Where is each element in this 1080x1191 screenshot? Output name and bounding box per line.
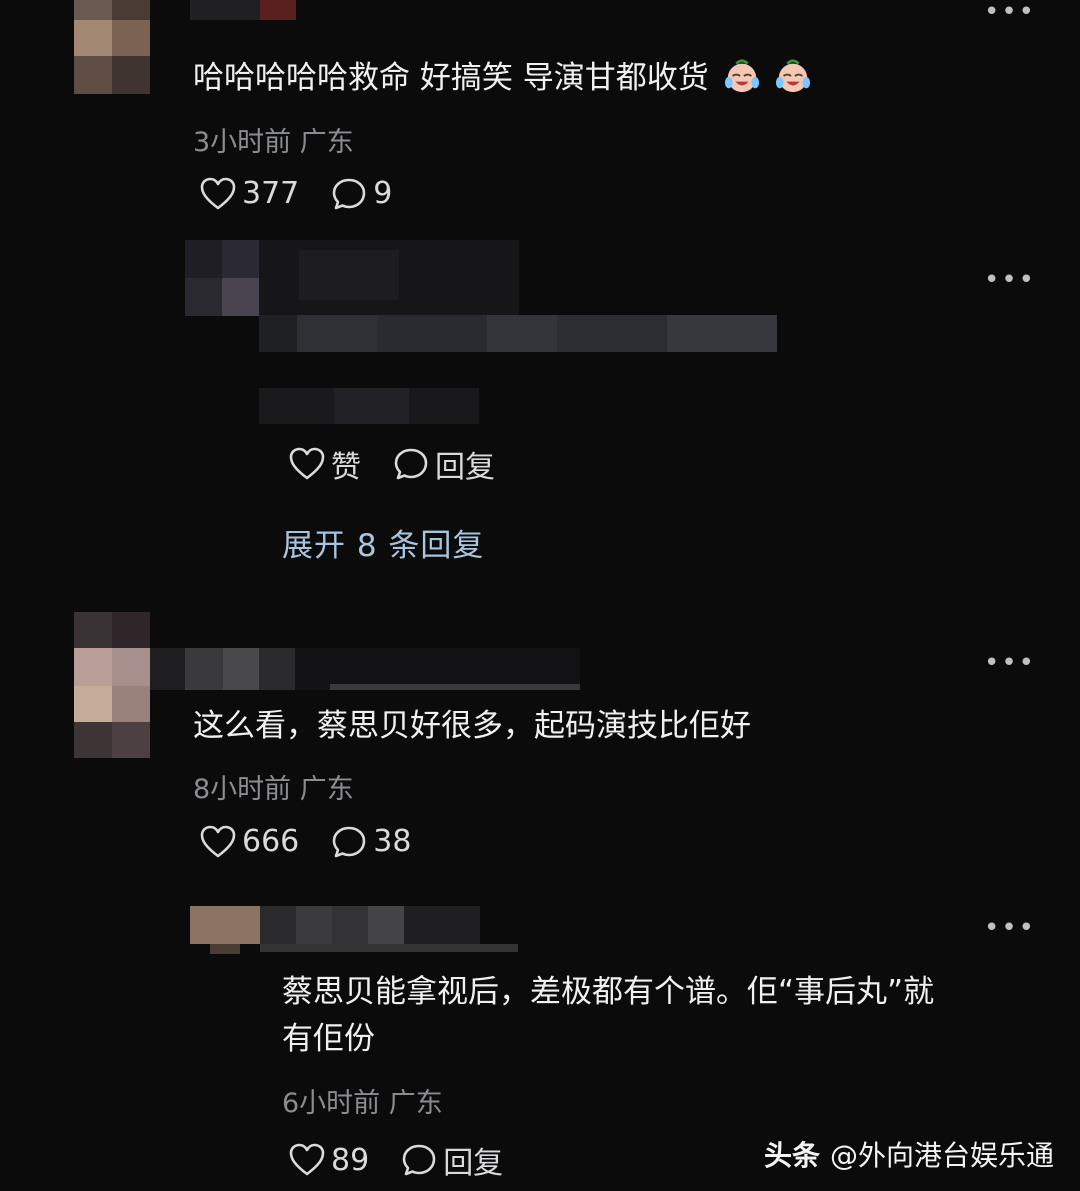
reply-meta-blurred bbox=[259, 388, 479, 424]
like-button[interactable]: 666 bbox=[200, 824, 299, 859]
avatar-blurred[interactable] bbox=[74, 612, 150, 758]
reply-button[interactable]: 9 bbox=[331, 176, 392, 211]
like-count: 666 bbox=[242, 824, 300, 859]
comment-text: 这么看，蔡思贝好很多，起码演技比佢好 bbox=[193, 708, 751, 744]
reply-meta: 6小时前 广东 bbox=[282, 1088, 443, 1119]
reply-button[interactable]: 回复 bbox=[401, 1138, 503, 1182]
reply-label: 回复 bbox=[435, 450, 495, 485]
like-count: 377 bbox=[242, 176, 300, 211]
like-count: 89 bbox=[331, 1142, 370, 1178]
like-button[interactable]: 赞 bbox=[289, 442, 361, 486]
comment-text: 哈哈哈哈哈救命 好搞笑 导演甘都收货 bbox=[193, 52, 812, 97]
reply-actions: 89 回复 bbox=[289, 1138, 535, 1182]
comment-meta: 3小时前 广东 bbox=[193, 127, 354, 158]
like-label: 赞 bbox=[331, 450, 361, 485]
watermark-brand: 头条 bbox=[763, 1139, 820, 1172]
crying-laughing-face-icon bbox=[724, 59, 759, 93]
comment-meta: 8小时前 广东 bbox=[193, 774, 354, 805]
comment-bubble-icon bbox=[402, 1144, 436, 1176]
comment-bubble-icon bbox=[394, 448, 428, 480]
avatar-blurred[interactable] bbox=[74, 0, 150, 94]
reply-avatar-blurred[interactable] bbox=[190, 906, 260, 954]
heart-icon bbox=[200, 825, 236, 857]
comment-bubble-icon bbox=[332, 826, 366, 857]
reply-avatar-blurred[interactable] bbox=[185, 240, 259, 316]
comment-actions: 666 38 bbox=[200, 824, 443, 859]
reply-count: 38 bbox=[373, 824, 412, 859]
reply-button[interactable]: 38 bbox=[331, 824, 411, 859]
username-blurred[interactable] bbox=[150, 648, 580, 690]
like-button[interactable]: 377 bbox=[200, 176, 299, 211]
like-button[interactable]: 89 bbox=[289, 1143, 369, 1178]
comment-bubble-icon bbox=[332, 178, 366, 209]
more-dots-icon[interactable]: ••• bbox=[984, 915, 1036, 941]
watermark-account: @外向港台娱乐通 bbox=[829, 1139, 1054, 1172]
reply-count: 9 bbox=[373, 176, 393, 211]
reply-text-blurred bbox=[259, 315, 777, 352]
heart-icon bbox=[289, 447, 325, 480]
reply-username-blurred[interactable] bbox=[259, 240, 519, 316]
reply-username-blurred[interactable] bbox=[260, 906, 520, 952]
comment-feed: { "comments": [ { "text": "哈哈哈哈哈救命 好搞笑 导… bbox=[0, 0, 1080, 1191]
reply-label: 回复 bbox=[443, 1146, 504, 1181]
heart-icon bbox=[289, 1143, 325, 1176]
expand-replies-link[interactable]: 展开 8 条回复 bbox=[282, 520, 484, 565]
more-dots-icon[interactable]: ••• bbox=[984, 0, 1036, 25]
crying-laughing-face-icon bbox=[776, 59, 811, 93]
username-blurred[interactable] bbox=[190, 0, 300, 20]
heart-icon bbox=[200, 177, 236, 209]
reply-text: 蔡思贝能拿视后，差极都有个谱。佢“事后丸”就 bbox=[282, 974, 935, 1010]
watermark: 头条 @外向港台娱乐通 bbox=[764, 1134, 1054, 1174]
reply-actions: 赞 回复 bbox=[289, 442, 527, 486]
more-dots-icon[interactable]: ••• bbox=[984, 650, 1036, 676]
more-dots-icon[interactable]: ••• bbox=[984, 267, 1036, 293]
reply-text-continued: 有佢份 bbox=[282, 1021, 375, 1057]
reply-button[interactable]: 回复 bbox=[393, 442, 495, 486]
comment-actions: 377 9 bbox=[200, 176, 424, 211]
